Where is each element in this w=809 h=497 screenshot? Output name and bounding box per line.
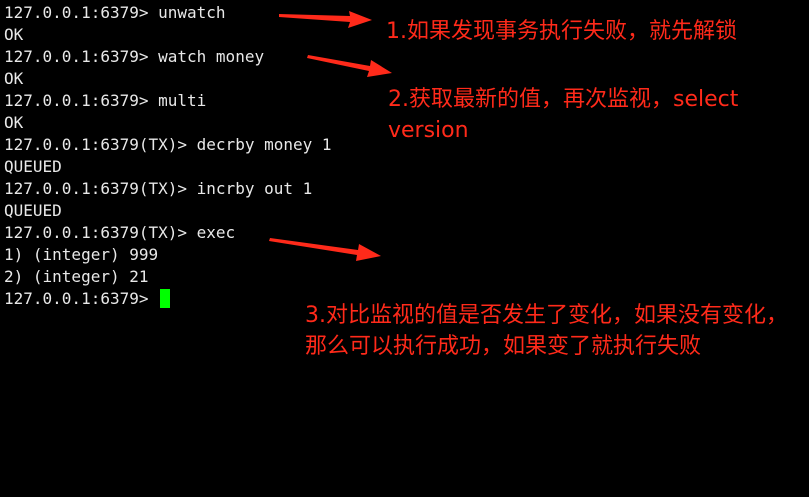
terminal-cursor bbox=[160, 289, 171, 308]
terminal-line-queued-1: QUEUED bbox=[4, 157, 62, 176]
terminal-line-queued-2: QUEUED bbox=[4, 201, 62, 220]
terminal-line-multi-command: 127.0.0.1:6379> multi bbox=[4, 91, 207, 110]
terminal-window[interactable]: 127.0.0.1:6379> unwatch OK 127.0.0.1:637… bbox=[0, 0, 809, 497]
terminal-line-incrby-command: 127.0.0.1:6379(TX)> incrby out 1 bbox=[4, 179, 313, 198]
terminal-output: 127.0.0.1:6379> unwatch OK 127.0.0.1:637… bbox=[4, 2, 332, 310]
terminal-line-watch-command: 127.0.0.1:6379> watch money bbox=[4, 47, 265, 66]
terminal-line-exec-command: 127.0.0.1:6379(TX)> exec bbox=[4, 223, 236, 242]
terminal-line-ok-2: OK bbox=[4, 69, 24, 88]
terminal-line-result-1: 1) (integer) 999 bbox=[4, 245, 159, 264]
terminal-line-ok-3: OK bbox=[4, 113, 24, 132]
terminal-prompt: 127.0.0.1:6379> bbox=[4, 289, 159, 308]
terminal-line-ok-1: OK bbox=[4, 25, 24, 44]
annotation-step-1: 1.如果发现事务执行失败，就先解锁 bbox=[386, 19, 737, 44]
annotation-step-3: 3.对比监视的值是否发生了变化，如果没有变化，那么可以执行成功，如果变了就执行失… bbox=[305, 303, 788, 359]
annotation-step-2: 2.获取最新的值，再次监视，select version bbox=[388, 87, 739, 143]
terminal-line-unwatch-command: 127.0.0.1:6379> unwatch bbox=[4, 3, 226, 22]
terminal-prompt-line[interactable]: 127.0.0.1:6379> bbox=[4, 288, 332, 310]
terminal-line-result-2: 2) (integer) 21 bbox=[4, 267, 149, 286]
terminal-line-decrby-command: 127.0.0.1:6379(TX)> decrby money 1 bbox=[4, 135, 332, 154]
